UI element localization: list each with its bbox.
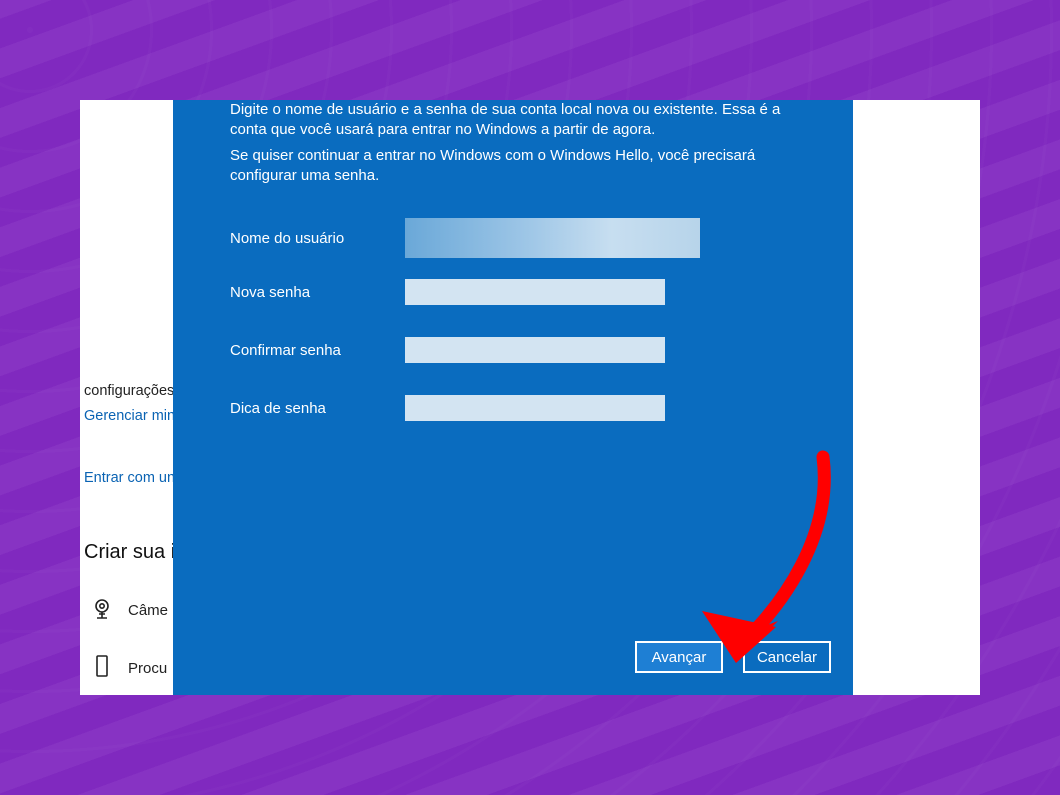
screenshot-area: configurações Gerenciar min Entrar com u…	[80, 100, 980, 695]
confirm-password-field[interactable]	[405, 337, 665, 363]
browse-option-label: Procu	[128, 660, 167, 677]
password-hint-field[interactable]	[405, 395, 665, 421]
browse-option[interactable]: Procu	[90, 654, 167, 682]
camera-option[interactable]: Câme	[90, 596, 168, 624]
config-label: configurações	[84, 383, 174, 399]
username-field[interactable]	[405, 218, 700, 258]
sign-in-local-link[interactable]: Entrar com un	[84, 470, 175, 486]
local-account-dialog: Digite o nome de usuário e a senha de su…	[173, 100, 853, 695]
local-account-form: Nome do usuário Nova senha Confirmar sen…	[230, 224, 823, 452]
camera-icon	[90, 596, 114, 624]
dialog-buttons: Avançar Cancelar	[635, 641, 831, 673]
password-hint-label: Dica de senha	[230, 400, 405, 417]
username-label: Nome do usuário	[230, 230, 405, 247]
dialog-paragraph-1: Digite o nome de usuário e a senha de su…	[230, 100, 793, 141]
next-button[interactable]: Avançar	[635, 641, 723, 673]
dialog-paragraph-2: Se quiser continuar a entrar no Windows …	[230, 146, 793, 187]
camera-option-label: Câme	[128, 602, 168, 619]
manage-account-link[interactable]: Gerenciar min	[84, 408, 175, 424]
new-password-label: Nova senha	[230, 284, 405, 301]
cancel-button[interactable]: Cancelar	[743, 641, 831, 673]
browse-icon	[90, 654, 114, 682]
confirm-password-label: Confirmar senha	[230, 342, 405, 359]
new-password-field[interactable]	[405, 279, 665, 305]
create-your-heading: Criar sua i	[84, 541, 175, 564]
